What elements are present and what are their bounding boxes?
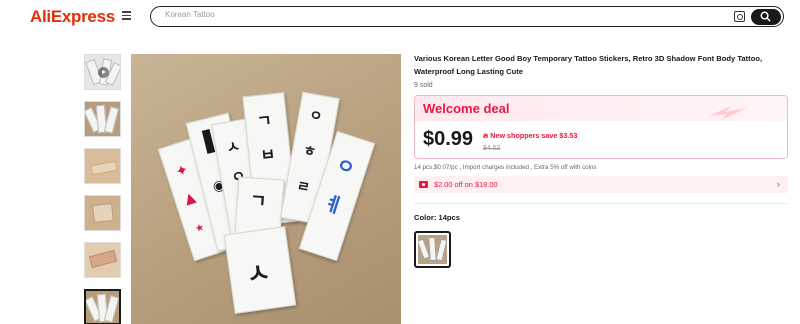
thumbnail-4[interactable] <box>84 195 121 231</box>
product-title: Various Korean Letter Good Boy Temporary… <box>414 54 763 76</box>
original-price: $4.52 <box>483 145 501 152</box>
coupon-text: $2.00 off on $18.00 <box>434 180 498 189</box>
aliexpress-logo[interactable]: AliExpress <box>30 7 115 27</box>
coupon-row[interactable]: $2.00 off on $18.00 › <box>414 176 788 193</box>
search-button[interactable] <box>751 8 781 25</box>
main-product-image[interactable]: ✦ ▲ ★ ▌ ◉ ㅅ ㅇ ㄹ ㄱ ㅂ ㅎ ㄱ ㅁ ㅇ ㅎ ㄹ ㅇ ㅖ ㅅ <box>131 54 401 324</box>
search-bar[interactable]: Korean Tattoo <box>150 6 784 27</box>
thumbnail-2[interactable] <box>84 101 121 137</box>
coupon-icon <box>419 181 428 188</box>
image-search-icon[interactable] <box>734 11 745 22</box>
new-shopper-badge: 🔥︎ New shoppers save $3.53 <box>483 131 577 141</box>
color-swatch-14pcs[interactable] <box>414 231 451 268</box>
fire-icon: 🔥︎ <box>483 131 489 140</box>
product-info: Various Korean Letter Good Boy Temporary… <box>414 53 790 268</box>
search-input[interactable]: Korean Tattoo <box>165 10 215 19</box>
divider <box>414 203 788 204</box>
header: AliExpress Korean Tattoo <box>0 0 800 34</box>
thumbnail-1[interactable] <box>84 54 121 90</box>
play-video-icon[interactable] <box>98 67 109 78</box>
new-shopper-badge-text: New shoppers save $3.53 <box>490 131 578 140</box>
current-price: $0.99 <box>423 128 474 150</box>
thumbnail-3[interactable] <box>84 148 121 184</box>
thumbnail-list <box>84 54 122 324</box>
thumbnail-5[interactable] <box>84 242 121 278</box>
welcome-deal-title: Welcome deal <box>423 101 510 116</box>
chevron-right-icon[interactable]: › <box>777 179 780 189</box>
deal-decoration-icon <box>709 106 747 120</box>
thumbnail-6[interactable] <box>84 289 121 324</box>
welcome-deal-box: Welcome deal $0.99 🔥︎ New shoppers save … <box>414 95 788 159</box>
sticker: ㅅ <box>223 226 297 314</box>
menu-icon[interactable] <box>122 11 131 20</box>
logo-text: AliExpress <box>30 7 115 26</box>
color-label: Color: 14pcs <box>414 213 460 222</box>
search-icon <box>760 11 771 21</box>
price-fineprint: 14 pcs,$0.07/pc , Import charges include… <box>414 164 597 171</box>
sold-count: 9 sold <box>414 82 433 89</box>
price-row: $0.99 🔥︎ New shoppers save $3.53 $4.52 <box>415 121 787 158</box>
